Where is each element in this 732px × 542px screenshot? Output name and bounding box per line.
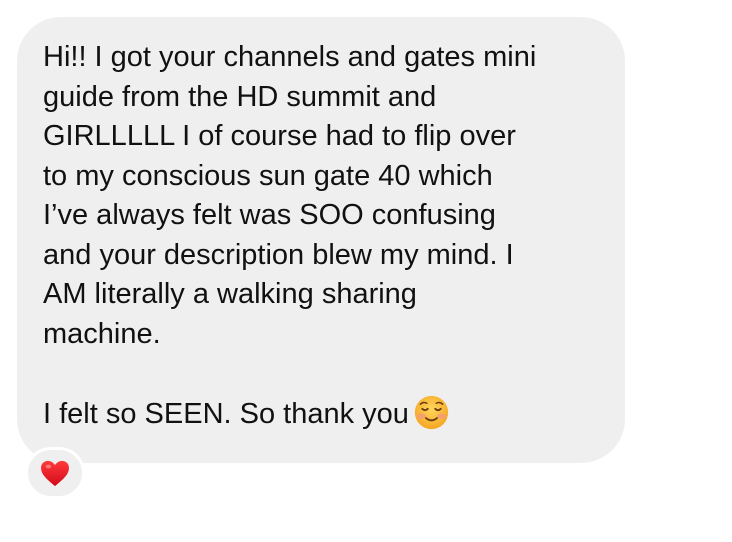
message-closing-line: I felt so SEEN. So thank you — [43, 394, 599, 435]
reaction-badge[interactable] — [25, 447, 85, 499]
message-line: guide from the HD summit and — [43, 80, 437, 113]
paragraph-break — [43, 354, 599, 394]
red-heart-icon — [41, 460, 69, 486]
message-line: to my conscious sun gate 40 which — [43, 159, 493, 192]
message-line: and your description blew my mind. I — [43, 238, 514, 271]
message-line: GIRLLLLL I of course had to flip over — [43, 120, 516, 152]
message-line: machine. — [43, 317, 161, 350]
dm-thread-screen: Hi!! I got your channels and gates mini … — [0, 0, 732, 542]
message-closing-text: I felt so SEEN. So thank you — [43, 397, 409, 430]
message-line: Hi!! I got your channels and gates mini — [43, 41, 537, 73]
message-line: AM literally a walking sharing — [43, 278, 417, 310]
message-bubble[interactable]: Hi!! I got your channels and gates mini … — [17, 17, 625, 463]
smiling-face-with-blush-icon — [414, 395, 449, 429]
message-line: I’ve always felt was SOO confusing — [43, 199, 496, 231]
